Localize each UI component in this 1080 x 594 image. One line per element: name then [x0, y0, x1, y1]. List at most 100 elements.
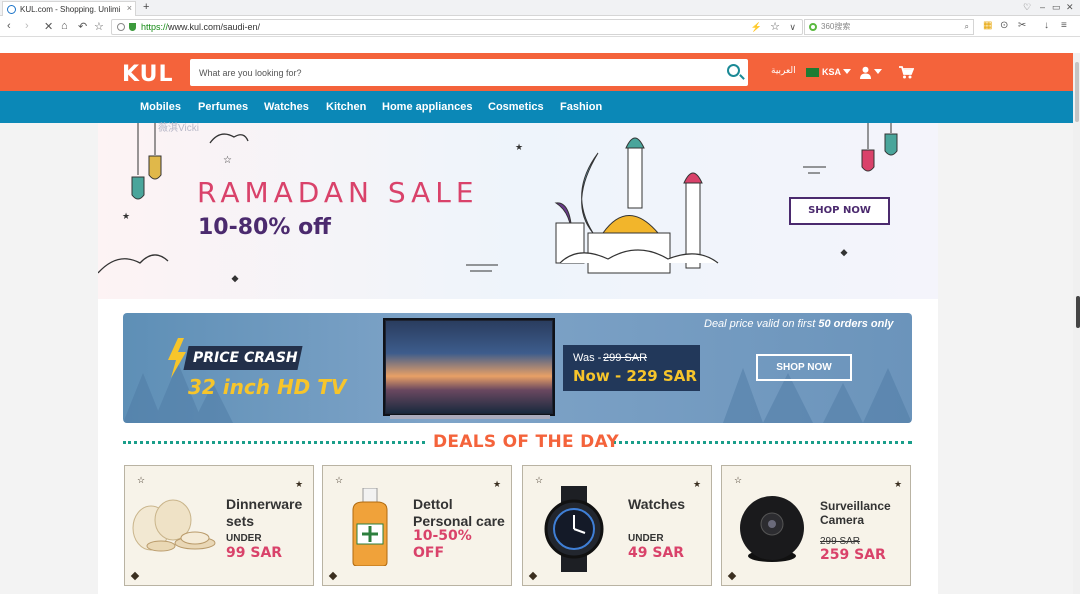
deal-card-dettol[interactable]: ☆ ★ Dettol Personal care 10-50% OFF [322, 465, 512, 586]
promo-product-name: 32 inch HD TV [188, 375, 347, 399]
card-price: 49 SAR [628, 545, 685, 561]
now-price: Now - 229 SAR [573, 367, 697, 385]
close-tab-icon[interactable]: × [127, 3, 132, 13]
new-tab-button[interactable]: + [143, 1, 149, 13]
lightning-icon[interactable]: ⚡ [751, 20, 762, 34]
favorite-window-icon[interactable]: ♡ [1023, 2, 1031, 13]
nav-kitchen[interactable]: Kitchen [326, 101, 366, 113]
search-engine-placeholder: 360搜索 [821, 22, 851, 31]
scissors-icon[interactable]: ✂ [1018, 20, 1026, 31]
card-name-line1: Dinnerware [226, 496, 303, 512]
cart-icon[interactable] [899, 66, 914, 79]
card-discount-suffix: OFF [413, 545, 445, 561]
tv-screen [386, 321, 552, 413]
account-chevron-icon[interactable] [874, 69, 882, 74]
diamond-icon [528, 571, 538, 581]
game-controller-icon[interactable]: ⊙ [1000, 20, 1008, 31]
nav-home-appliances[interactable]: Home appliances [382, 101, 472, 113]
nav-mobiles[interactable]: Mobiles [140, 101, 181, 113]
top-strip [0, 38, 1080, 53]
chevron-down-icon[interactable]: ∨ [789, 20, 796, 34]
saudi-flag-icon [806, 68, 819, 77]
diamond-icon [130, 571, 140, 581]
minimize-icon[interactable]: – [1040, 2, 1045, 12]
hero-shop-now-button[interactable]: SHOP NOW [789, 197, 890, 225]
maximize-icon[interactable]: ▭ [1052, 2, 1061, 13]
user-icon[interactable] [859, 66, 872, 79]
divider-right [612, 441, 912, 444]
url-bar[interactable]: https://www.kul.com/saudi-en/ ⚡ ☆ ∨ [111, 19, 803, 35]
deal-note: Deal price valid on first 50 orders only [704, 318, 894, 330]
tab-title: KUL.com - Shopping. Unlimi [20, 4, 121, 14]
star-icon: ☆ [137, 475, 146, 485]
price-crash-title: PRICE CRASH [193, 350, 298, 366]
star-icon: ☆ [535, 475, 544, 485]
url-text: www.kul.com/saudi-en/ [168, 22, 261, 32]
search-icon[interactable] [727, 64, 740, 77]
site-search-input[interactable] [190, 59, 710, 86]
star-icon: ☆ [734, 475, 743, 485]
home-icon[interactable]: ⌂ [61, 20, 68, 32]
close-window-icon[interactable]: ✕ [1066, 2, 1074, 13]
search-icon[interactable]: ⌕ [965, 20, 969, 34]
star-icon: ★ [894, 479, 903, 489]
divider-left [123, 441, 425, 444]
undo-icon[interactable]: ↶ [78, 20, 87, 33]
kul-logo[interactable]: KUL [122, 62, 174, 87]
star-icon: ★ [493, 479, 502, 489]
diamond-icon [727, 571, 737, 581]
browser-tab[interactable]: KUL.com - Shopping. Unlimi × [2, 1, 136, 16]
card-name-line1: Watches [628, 496, 686, 512]
menu-icon[interactable]: ≡ [1061, 20, 1067, 31]
svg-text:★: ★ [122, 211, 130, 221]
hero-subtitle: 10-80% off [198, 215, 331, 240]
search-engine-icon [809, 23, 817, 31]
camera-image [740, 496, 804, 562]
deal-card-camera[interactable]: ☆ ★ Surveillance Camera 299 SAR 259 SAR [721, 465, 911, 586]
card-price: 259 SAR [820, 547, 886, 563]
country-selector[interactable]: KSA [822, 67, 841, 77]
svg-text:★: ★ [515, 142, 523, 152]
nav-fashion[interactable]: Fashion [560, 101, 602, 113]
watermark: 薇淇Vicki [158, 123, 199, 134]
nav-cosmetics[interactable]: Cosmetics [488, 101, 544, 113]
browser-search-input[interactable]: 360搜索 ⌕ [804, 19, 974, 35]
back-icon[interactable]: ‹ [7, 20, 11, 32]
favicon-icon [7, 4, 16, 14]
deal-card-dinnerware[interactable]: ☆ ★ Dinnerware sets UNDER 99 SAR [124, 465, 314, 586]
language-link[interactable]: العربية [771, 66, 796, 76]
site-info-icon[interactable] [117, 23, 125, 31]
promo-shop-now-button[interactable]: SHOP NOW [756, 354, 852, 381]
nav-watches[interactable]: Watches [264, 101, 309, 113]
address-toolbar: ‹ › ✕ ⌂ ↶ ☆ https://www.kul.com/saudi-en… [0, 17, 1080, 37]
apps-icon[interactable]: ▦ [983, 20, 992, 31]
site-search [190, 59, 748, 86]
url-scheme: https:// [141, 22, 169, 32]
side-handle[interactable] [1076, 296, 1080, 328]
svg-text:☆: ☆ [223, 155, 232, 166]
card-under: UNDER [628, 533, 664, 544]
tv-stand [390, 415, 550, 419]
card-name-line2: sets [226, 513, 255, 529]
lightning-bolt-icon [168, 338, 186, 378]
card-name-line1: Dettol [413, 496, 453, 512]
was-price: 299 SAR [603, 352, 648, 364]
star-icon[interactable]: ☆ [94, 20, 104, 33]
star-icon: ★ [295, 479, 304, 489]
download-icon[interactable]: ↓ [1044, 20, 1049, 31]
scrollbar-thumb[interactable] [1075, 62, 1079, 122]
stop-loading-icon[interactable]: ✕ [44, 20, 53, 33]
nav-perfumes[interactable]: Perfumes [198, 101, 248, 113]
bookmark-star-icon[interactable]: ☆ [770, 20, 780, 34]
forward-icon[interactable]: › [25, 20, 29, 32]
card-price: 99 SAR [226, 545, 283, 561]
chevron-down-icon[interactable] [843, 69, 851, 74]
card-discount: 10-50% [413, 528, 472, 544]
deal-note-bold: 50 orders only [818, 318, 894, 330]
dinnerware-image [132, 499, 216, 552]
deal-card-watches[interactable]: ☆ ★ Watches UNDER 49 SAR [522, 465, 712, 586]
browser-tab-strip [0, 0, 1080, 16]
deal-note-prefix: Deal price valid on first [704, 318, 819, 330]
hero-title: RAMADAN SALE [197, 176, 479, 209]
was-label: Was - [573, 352, 602, 364]
